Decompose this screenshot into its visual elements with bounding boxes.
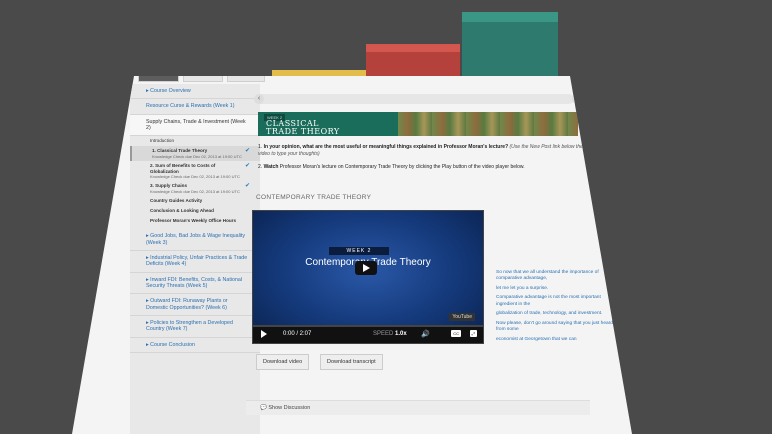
banner-title-line2: TRADE THEORY xyxy=(266,127,340,136)
question-text: Professor Moran's lecture on Contemporar… xyxy=(279,164,525,170)
sidebar-item-week4[interactable]: ▸ Industrial Policy, Unfair Practices & … xyxy=(130,251,260,273)
fullscreen-icon[interactable]: ⤢ xyxy=(469,330,477,337)
transcript-line[interactable]: So now that we all understand the import… xyxy=(496,270,616,283)
sidebar-item-label: Inward FDI: Benefits, Costs, & National … xyxy=(146,276,242,289)
sidebar-subitem-conclusion[interactable]: Conclusion & Looking Ahead xyxy=(130,206,260,216)
subitem-title: 2. Sum of Benefits to Costs of Globaliza… xyxy=(150,162,216,174)
sidebar-item-label: Course Overview xyxy=(150,88,191,94)
sidebar-item-label: Policies to Strengthen a Developed Count… xyxy=(146,320,233,333)
sequence-nav: ‹ › xyxy=(254,94,582,104)
course-page: Courseware Course Info Discussion ▸ Cour… xyxy=(72,76,632,434)
sidebar-subitem-supply-chains[interactable]: ✔ 3. Supply Chains Knowledge Check due D… xyxy=(130,181,260,196)
sidebar-item-supply-chains[interactable]: Supply Chains, Trade & Investment (Week … xyxy=(130,114,260,137)
sidebar-subitem-country-guides[interactable]: Country Guides Activity xyxy=(130,196,260,206)
download-video-button[interactable]: Download video xyxy=(256,354,310,370)
sidebar-item-label: Resource Curse & Rewards (Week 1) xyxy=(146,103,235,110)
prev-arrow-icon[interactable]: ‹ xyxy=(254,94,264,104)
sidebar-item-course-conclusion[interactable]: ▸ Course Conclusion xyxy=(130,338,260,354)
question-2: 2. Watch Professor Moran's lecture on Co… xyxy=(258,164,588,171)
banner-title: CLASSICAL TRADE THEORY xyxy=(266,120,340,136)
video-background xyxy=(253,211,483,343)
subitem-title: Conclusion & Looking Ahead xyxy=(150,207,214,213)
sidebar-item-week5[interactable]: ▸ Inward FDI: Benefits, Costs, & Nationa… xyxy=(130,273,260,295)
subitem-title: 3. Supply Chains xyxy=(150,183,188,189)
banner-photo xyxy=(398,112,578,136)
subitem-meta: Knowledge Check due Dec 02, 2013 at 19:0… xyxy=(152,153,242,159)
sidebar-item-label: Course Conclusion xyxy=(150,341,195,348)
sidebar-subitem-office-hours[interactable]: Professor Moran's Weekly Office Hours xyxy=(130,216,260,230)
course-sidebar: ▸ Course Overview Resource Curse & Rewar… xyxy=(130,84,260,434)
sidebar-item-label: Supply Chains, Trade & Investment (Week … xyxy=(146,118,246,132)
lesson-banner: WEEK 2 CLASSICAL TRADE THEORY xyxy=(258,112,578,136)
sidebar-item-label: Outward FDI: Runaway Plants or Domestic … xyxy=(146,298,228,311)
transcript-line[interactable]: globalization of trade, technology, and … xyxy=(496,311,616,317)
question-bold-text: In your opinion, what are the most usefu… xyxy=(263,144,509,150)
speed-value: 1.0x xyxy=(395,331,407,337)
download-transcript-button[interactable]: Download transcript xyxy=(320,354,383,370)
subitem-title: Country Guides Activity xyxy=(150,198,203,204)
subitem-title: Professor Moran's Weekly Office Hours xyxy=(150,217,237,223)
main-content: ‹ › WEEK 2 CLASSICAL TRADE THEORY 1. In … xyxy=(246,84,613,434)
transcript-line[interactable]: let me let you a surprise. xyxy=(496,286,616,292)
show-discussion-button[interactable]: 💬 Show Discussion xyxy=(246,400,590,415)
transcript-panel: So now that we all understand the import… xyxy=(496,270,616,346)
speed-label: SPEED xyxy=(373,331,394,337)
video-controls: 0:00 / 2:07 SPEED 1.0x 🔊 CC ⤢ xyxy=(253,327,483,343)
sidebar-item-week3[interactable]: ▸ Good Jobs, Bad Jobs & Wage Inequality … xyxy=(130,229,260,251)
sidebar-subitem-sum-of-benefits[interactable]: ✔ 2. Sum of Benefits to Costs of Globali… xyxy=(130,161,260,181)
play-pause-icon[interactable] xyxy=(261,330,267,338)
cc-button[interactable]: CC xyxy=(451,330,461,337)
speed-control[interactable]: SPEED 1.0x xyxy=(373,331,407,337)
sidebar-item-resource-curse[interactable]: Resource Curse & Rewards (Week 1) xyxy=(130,99,260,115)
course-tabs: Courseware Course Info Discussion xyxy=(138,76,266,82)
tab-course-info[interactable]: Course Info xyxy=(182,76,223,82)
play-icon[interactable] xyxy=(355,261,377,275)
scene: Courseware Course Info Discussion ▸ Cour… xyxy=(0,0,772,434)
transcript-line[interactable]: Comparative advantage is not the most im… xyxy=(496,295,616,308)
video-player[interactable]: WEEK 2 Contemporary Trade Theory YouTube… xyxy=(252,210,484,344)
question-number: 1. xyxy=(258,144,263,150)
sidebar-item-label: Industrial Policy, Unfair Practices & Tr… xyxy=(146,254,248,268)
subitem-title: 1. Classical Trade Theory xyxy=(152,148,208,154)
tab-discussion[interactable]: Discussion xyxy=(226,76,266,82)
sidebar-item-week7[interactable]: ▸ Policies to Strengthen a Developed Cou… xyxy=(130,316,260,338)
sidebar-item-week6[interactable]: ▸ Outward FDI: Runaway Plants or Domesti… xyxy=(130,294,260,316)
question-bold-text: Watch xyxy=(263,164,279,170)
video-week-label: WEEK 2 xyxy=(329,247,389,255)
question-1: 1. In your opinion, what are the most us… xyxy=(258,144,588,157)
subitem-meta: Knowledge Check due Dec 02, 2013 at 19:0… xyxy=(150,189,240,195)
subitem-meta: Knowledge Check due Dec 02, 2013 at 19:0… xyxy=(150,174,240,180)
next-arrow-icon[interactable]: › xyxy=(572,94,582,104)
transcript-line[interactable]: economist at Georgetown that we can xyxy=(496,337,616,343)
sidebar-item-course-overview[interactable]: ▸ Course Overview xyxy=(130,84,260,100)
show-discussion-label: Show Discussion xyxy=(268,405,311,411)
transcript-line[interactable]: Now please, don't go around saying that … xyxy=(496,321,616,334)
sidebar-subitem-introduction[interactable]: Introduction xyxy=(130,136,260,146)
section-title: CONTEMPORARY TRADE THEORY xyxy=(256,194,372,201)
tab-courseware[interactable]: Courseware xyxy=(138,76,179,82)
volume-icon[interactable]: 🔊 xyxy=(421,330,430,338)
video-time: 0:00 / 2:07 xyxy=(283,331,312,337)
sidebar-subitem-classical-trade-theory[interactable]: ✔ 1. Classical Trade Theory Knowledge Ch… xyxy=(130,146,260,161)
sidebar-item-label: Good Jobs, Bad Jobs & Wage Inequality (W… xyxy=(146,233,246,246)
youtube-logo[interactable]: YouTube xyxy=(449,313,475,321)
question-number: 2. xyxy=(258,164,263,170)
